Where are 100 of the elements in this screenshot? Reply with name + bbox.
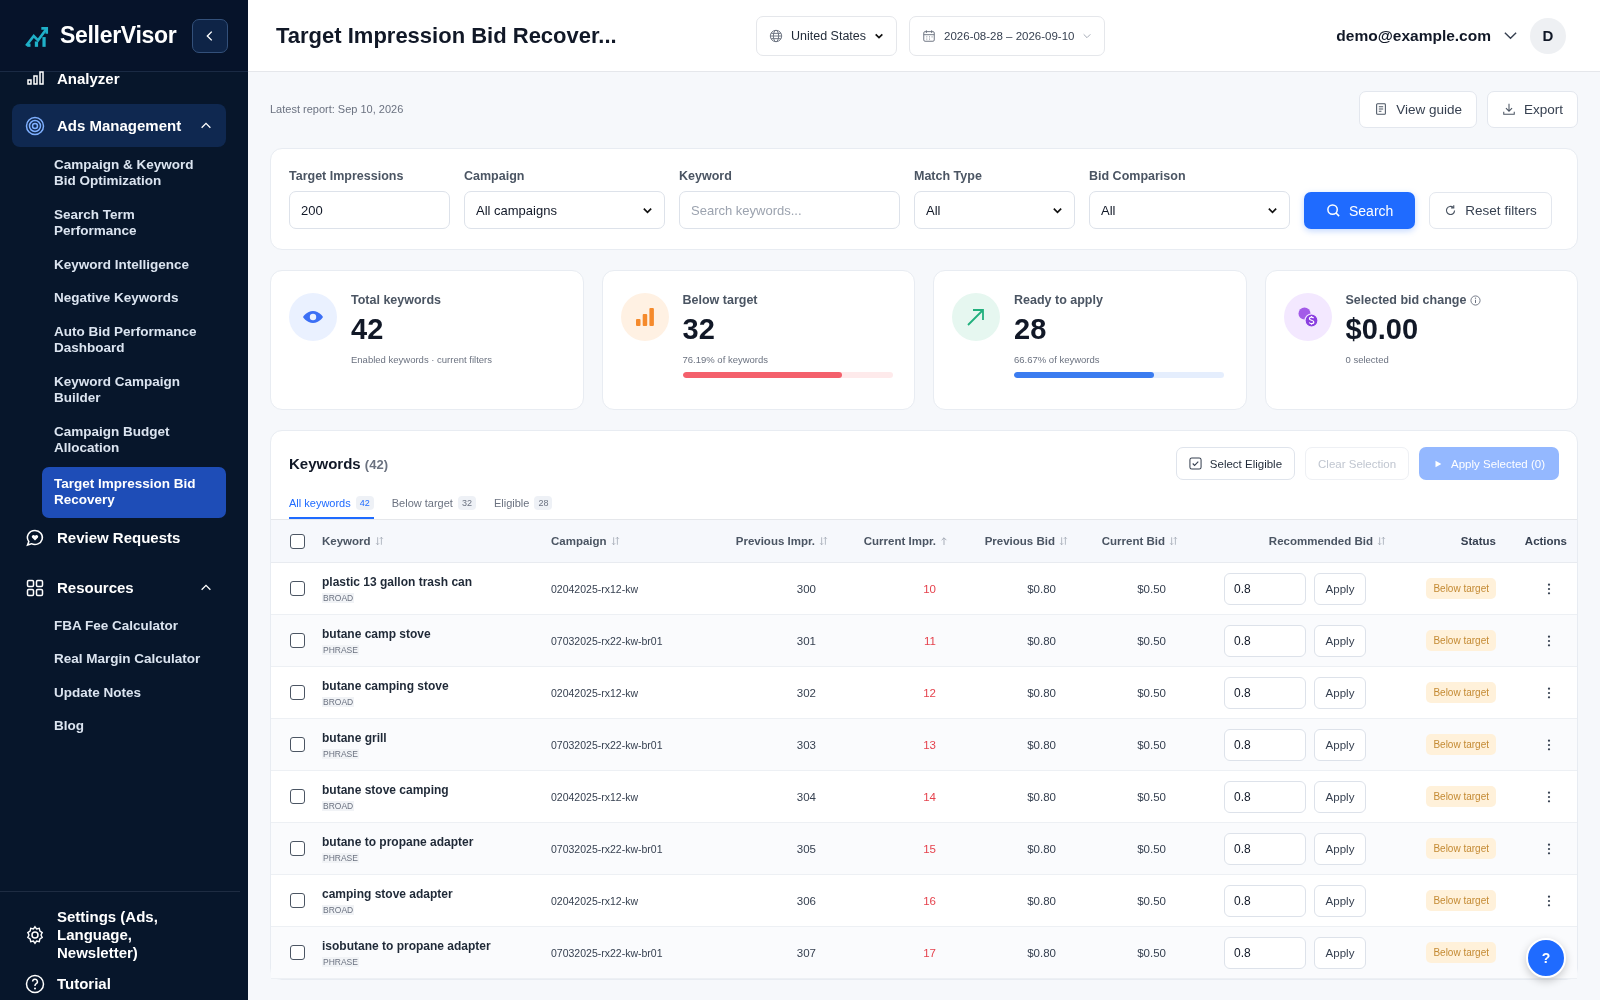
- filter-input[interactable]: Search keywords...: [679, 191, 900, 229]
- bid-input[interactable]: 0.8: [1224, 832, 1306, 865]
- column-header[interactable]: Current Impr.: [840, 535, 960, 547]
- match-type-tag: BROAD: [322, 592, 355, 603]
- more-options-icon[interactable]: [1547, 894, 1551, 907]
- select-eligible-button[interactable]: Select Eligible: [1175, 447, 1296, 480]
- column-header[interactable]: Previous Impr.: [725, 535, 840, 547]
- bid-input[interactable]: 0.8: [1224, 884, 1306, 917]
- row-checkbox[interactable]: [290, 789, 305, 804]
- more-options-icon[interactable]: [1547, 738, 1551, 751]
- country-select[interactable]: United States: [756, 15, 898, 56]
- sidebar-subitem[interactable]: FBA Fee Calculator: [42, 610, 226, 642]
- previous-impressions-cell-text: 303: [795, 738, 817, 751]
- filter-tab[interactable]: Eligible 28: [493, 492, 553, 519]
- date-range-picker[interactable]: 2026-08-28 – 2026-09-10: [909, 15, 1106, 56]
- filter-input[interactable]: 200: [289, 191, 450, 229]
- row-checkbox[interactable]: [290, 633, 305, 648]
- bid-input[interactable]: 0.8: [1224, 572, 1306, 605]
- page-title: Target Impression Bid Recover...: [276, 22, 618, 49]
- sidebar-subitem[interactable]: Auto Bid Performance Dashboard: [42, 316, 226, 364]
- sidebar-subitem[interactable]: Keyword Campaign Builder: [42, 366, 226, 414]
- sidebar-subitem[interactable]: Update Notes: [42, 677, 226, 708]
- column-header[interactable]: Campaign: [551, 535, 725, 547]
- column-header[interactable]: Recommended Bid: [1190, 535, 1398, 547]
- status-badge: Below target: [1426, 578, 1496, 599]
- row-checkbox[interactable]: [290, 945, 305, 960]
- stat-note: 66.67% of keywords: [1014, 354, 1101, 365]
- sidebar-subitem[interactable]: Blog: [42, 710, 226, 742]
- sidebar-item[interactable]: Tutorial: [12, 968, 228, 1000]
- column-header[interactable]: Keyword: [322, 535, 551, 547]
- more-options-icon[interactable]: [1547, 634, 1551, 647]
- column-header[interactable]: Previous Bid: [960, 535, 1080, 547]
- bid-input[interactable]: 0.8: [1224, 780, 1306, 813]
- apply-button[interactable]: Apply: [1314, 936, 1366, 969]
- sidebar-subitem[interactable]: Target Impression Bid Recovery: [42, 466, 226, 518]
- sidebar-subitem[interactable]: Search Term Performance: [42, 199, 226, 247]
- sidebar-item[interactable]: Settings (Ads, Language, Newsletter): [12, 902, 228, 968]
- stat-value: $0.00: [1345, 313, 1420, 346]
- export-button[interactable]: Export: [1486, 90, 1578, 128]
- filter-label: Target Impressions: [289, 169, 405, 183]
- view-guide-button[interactable]: View guide: [1359, 90, 1477, 128]
- info-icon[interactable]: [1470, 294, 1482, 306]
- column-header[interactable]: Actions: [1508, 535, 1577, 547]
- sort-icon: [1377, 536, 1386, 546]
- sidebar-subitem[interactable]: Campaign & Keyword Bid Optimization: [42, 150, 226, 197]
- section-title: Keywords (42): [289, 455, 388, 472]
- user-avatar[interactable]: D: [1530, 17, 1566, 54]
- match-type-tag: BROAD: [322, 904, 355, 915]
- more-options-icon[interactable]: [1547, 686, 1551, 699]
- user-email[interactable]: demo@example.com: [1336, 26, 1491, 45]
- stat-note: 0 selected: [1345, 354, 1390, 365]
- sidebar-item[interactable]: Review Requests: [12, 517, 226, 558]
- current-bid-cell-text: $0.50: [1136, 790, 1167, 803]
- column-header[interactable]: Current Bid: [1080, 535, 1190, 547]
- sidebar-group[interactable]: Resources: [12, 567, 226, 608]
- apply-button[interactable]: Apply: [1314, 572, 1366, 605]
- sidebar-subitem[interactable]: Keyword Intelligence: [42, 249, 226, 281]
- sidebar-subitem[interactable]: Real Margin Calculator: [42, 644, 226, 675]
- more-options-icon[interactable]: [1547, 790, 1551, 803]
- bid-input[interactable]: 0.8: [1224, 676, 1306, 709]
- row-checkbox[interactable]: [290, 893, 305, 908]
- more-options-icon[interactable]: [1547, 842, 1551, 855]
- row-checkbox[interactable]: [290, 685, 305, 700]
- checkbox-icon: [1188, 457, 1202, 470]
- sidebar-subitem[interactable]: Campaign Budget Allocation: [42, 416, 226, 464]
- status-badge: Below target: [1426, 682, 1496, 703]
- sidebar-item[interactable]: Analyzer: [12, 68, 226, 100]
- filter-select[interactable]: All: [914, 191, 1075, 229]
- row-checkbox[interactable]: [290, 581, 305, 596]
- row-checkbox[interactable]: [290, 737, 305, 752]
- apply-button[interactable]: Apply: [1314, 884, 1366, 917]
- stat-note: Enabled keywords · current filters: [351, 354, 493, 365]
- campaign-cell-text: 07032025-rx22-kw-br01: [551, 946, 664, 959]
- more-options-icon[interactable]: [1547, 582, 1551, 595]
- bid-input[interactable]: 0.8: [1224, 936, 1306, 969]
- filter-tab[interactable]: Below target 32: [391, 492, 476, 519]
- sidebar-group[interactable]: Ads Management: [12, 104, 226, 147]
- row-checkbox[interactable]: [290, 841, 305, 856]
- search-button[interactable]: Search: [1304, 192, 1416, 229]
- filter-select[interactable]: All campaigns: [464, 191, 665, 229]
- apply-button[interactable]: Apply: [1314, 832, 1366, 865]
- status-badge: Below target: [1426, 786, 1496, 807]
- column-header[interactable]: Status: [1398, 535, 1508, 547]
- previous-bid-cell-text: $0.80: [1026, 634, 1057, 647]
- apply-button[interactable]: Apply: [1314, 676, 1366, 709]
- sidebar-subitem[interactable]: Negative Keywords: [42, 283, 226, 314]
- current-impressions-cell-text: 15: [922, 842, 937, 855]
- apply-button[interactable]: Apply: [1314, 780, 1366, 813]
- sort-icon: [374, 536, 384, 546]
- apply-button[interactable]: Apply: [1314, 728, 1366, 761]
- bid-input[interactable]: 0.8: [1224, 728, 1306, 761]
- campaign-cell-text: 02042025-rx12-kw: [551, 790, 639, 803]
- apply-button[interactable]: Apply: [1314, 624, 1366, 657]
- stat-label: Selected bid change: [1345, 293, 1467, 307]
- filter-label: Campaign: [464, 169, 526, 183]
- select-all-checkbox[interactable]: [290, 533, 305, 549]
- bid-input[interactable]: 0.8: [1224, 624, 1306, 657]
- filter-select[interactable]: All: [1089, 191, 1290, 229]
- match-type-tag: PHRASE: [322, 644, 359, 655]
- reset-filters-button[interactable]: Reset filters: [1429, 192, 1552, 229]
